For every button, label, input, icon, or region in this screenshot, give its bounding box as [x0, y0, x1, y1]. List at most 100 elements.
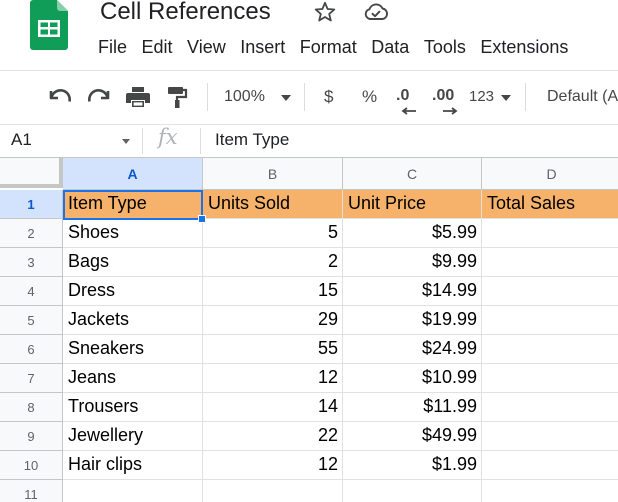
- zoom-dropdown-icon[interactable]: [281, 95, 291, 101]
- menu-view[interactable]: View: [187, 37, 226, 58]
- formula-divider: [142, 128, 143, 154]
- cell-c6[interactable]: $24.99: [343, 335, 482, 364]
- cell-c5[interactable]: $19.99: [343, 306, 482, 335]
- star-icon[interactable]: [313, 0, 337, 24]
- more-formats-button[interactable]: 123: [469, 88, 494, 105]
- undo-button[interactable]: [46, 85, 74, 109]
- menu-extensions[interactable]: Extensions: [480, 37, 568, 58]
- spreadsheet-grid: A B C D 1 2 3 4 5 6 7 8 9 10 11 Item Type Units Sold Unit…: [0, 158, 618, 502]
- cell-b3[interactable]: 2: [203, 248, 343, 277]
- column-header-b[interactable]: B: [203, 158, 343, 190]
- redo-button[interactable]: [85, 85, 113, 109]
- more-formats-dropdown-icon[interactable]: [501, 95, 511, 101]
- cell-a10[interactable]: Hair clips: [63, 451, 203, 480]
- cell-b10[interactable]: 12: [203, 451, 343, 480]
- menu-edit[interactable]: Edit: [142, 37, 173, 58]
- cell-d3[interactable]: [482, 248, 618, 277]
- cell-a3[interactable]: Bags: [63, 248, 203, 277]
- cell-a9[interactable]: Jewellery: [63, 422, 203, 451]
- row-header-5[interactable]: 5: [0, 306, 63, 335]
- sheets-logo-icon[interactable]: [30, 0, 68, 50]
- cell-a7[interactable]: Jeans: [63, 364, 203, 393]
- cell-c10[interactable]: $1.99: [343, 451, 482, 480]
- row-header-2[interactable]: 2: [0, 219, 63, 248]
- row-header-6[interactable]: 6: [0, 335, 63, 364]
- cell-c8[interactable]: $11.99: [343, 393, 482, 422]
- paint-format-button[interactable]: [164, 83, 190, 111]
- cell-c3[interactable]: $9.99: [343, 248, 482, 277]
- row-header-7[interactable]: 7: [0, 364, 63, 393]
- cloud-saved-icon[interactable]: [363, 1, 389, 23]
- cell-d1[interactable]: Total Sales: [482, 190, 618, 219]
- select-all-corner[interactable]: [0, 158, 63, 188]
- decrease-decimal-label: .0: [396, 87, 410, 104]
- fill-handle[interactable]: [198, 215, 206, 223]
- row-header-1[interactable]: 1: [0, 190, 63, 219]
- document-title[interactable]: Cell References: [100, 0, 271, 26]
- cell-a11[interactable]: [63, 480, 203, 502]
- row-header-9[interactable]: 9: [0, 422, 63, 451]
- arrow-left-icon: [401, 107, 416, 115]
- cell-b9[interactable]: 22: [203, 422, 343, 451]
- font-select[interactable]: Default (Arial): [547, 88, 618, 106]
- cell-d10[interactable]: [482, 451, 618, 480]
- toolbar-divider: [304, 83, 305, 111]
- cell-b1[interactable]: Units Sold: [203, 190, 343, 219]
- cell-a5[interactable]: Jackets: [63, 306, 203, 335]
- cell-a4[interactable]: Dress: [63, 277, 203, 306]
- cell-b6[interactable]: 55: [203, 335, 343, 364]
- cell-c7[interactable]: $10.99: [343, 364, 482, 393]
- column-header-a[interactable]: A: [63, 158, 203, 190]
- menu-file[interactable]: File: [98, 37, 127, 58]
- cell-d11[interactable]: [482, 480, 618, 502]
- cell-b2[interactable]: 5: [203, 219, 343, 248]
- row-header-10[interactable]: 10: [0, 451, 63, 480]
- cell-b4[interactable]: 15: [203, 277, 343, 306]
- cell-d5[interactable]: [482, 306, 618, 335]
- name-box[interactable]: A1: [11, 130, 32, 150]
- menu-data[interactable]: Data: [371, 37, 409, 58]
- cell-d6[interactable]: [482, 335, 618, 364]
- cell-d8[interactable]: [482, 393, 618, 422]
- cell-d2[interactable]: [482, 219, 618, 248]
- row-header-11[interactable]: 11: [0, 480, 63, 502]
- percent-format-button[interactable]: %: [362, 87, 377, 107]
- divider: [0, 124, 618, 125]
- column-header-c[interactable]: C: [343, 158, 482, 190]
- arrow-right-icon: [443, 107, 458, 115]
- cell-a2[interactable]: Shoes: [63, 219, 203, 248]
- toolbar-divider: [525, 83, 526, 111]
- cell-d4[interactable]: [482, 277, 618, 306]
- row-header-4[interactable]: 4: [0, 277, 63, 306]
- cell-c9[interactable]: $49.99: [343, 422, 482, 451]
- cell-b8[interactable]: 14: [203, 393, 343, 422]
- currency-format-button[interactable]: $: [324, 87, 333, 107]
- name-box-dropdown-icon[interactable]: [122, 139, 130, 144]
- zoom-select[interactable]: 100%: [224, 88, 265, 106]
- increase-decimal-button[interactable]: .00: [432, 87, 454, 105]
- paint-format-icon: [168, 87, 188, 108]
- row-header-3[interactable]: 3: [0, 248, 63, 277]
- cell-c1[interactable]: Unit Price: [343, 190, 482, 219]
- cell-a6[interactable]: Sneakers: [63, 335, 203, 364]
- cell-d9[interactable]: [482, 422, 618, 451]
- menu-insert[interactable]: Insert: [240, 37, 285, 58]
- cell-b5[interactable]: 29: [203, 306, 343, 335]
- cell-b7[interactable]: 12: [203, 364, 343, 393]
- toolbar: 100% $ % .0 .00 123 Default (Arial): [0, 71, 618, 124]
- menu-tools[interactable]: Tools: [424, 37, 466, 58]
- cell-b11[interactable]: [203, 480, 343, 502]
- cell-a1[interactable]: Item Type: [63, 190, 203, 219]
- cell-c4[interactable]: $14.99: [343, 277, 482, 306]
- column-header-d[interactable]: D: [482, 158, 618, 190]
- cell-c11[interactable]: [343, 480, 482, 502]
- decrease-decimal-button[interactable]: .0: [396, 87, 409, 105]
- print-button[interactable]: [124, 83, 152, 111]
- menu-format[interactable]: Format: [300, 37, 357, 58]
- cell-a8[interactable]: Trousers: [63, 393, 203, 422]
- row-header-8[interactable]: 8: [0, 393, 63, 422]
- formula-input[interactable]: Item Type: [215, 130, 289, 150]
- cell-d7[interactable]: [482, 364, 618, 393]
- function-icon: fx: [158, 125, 178, 149]
- cell-c2[interactable]: $5.99: [343, 219, 482, 248]
